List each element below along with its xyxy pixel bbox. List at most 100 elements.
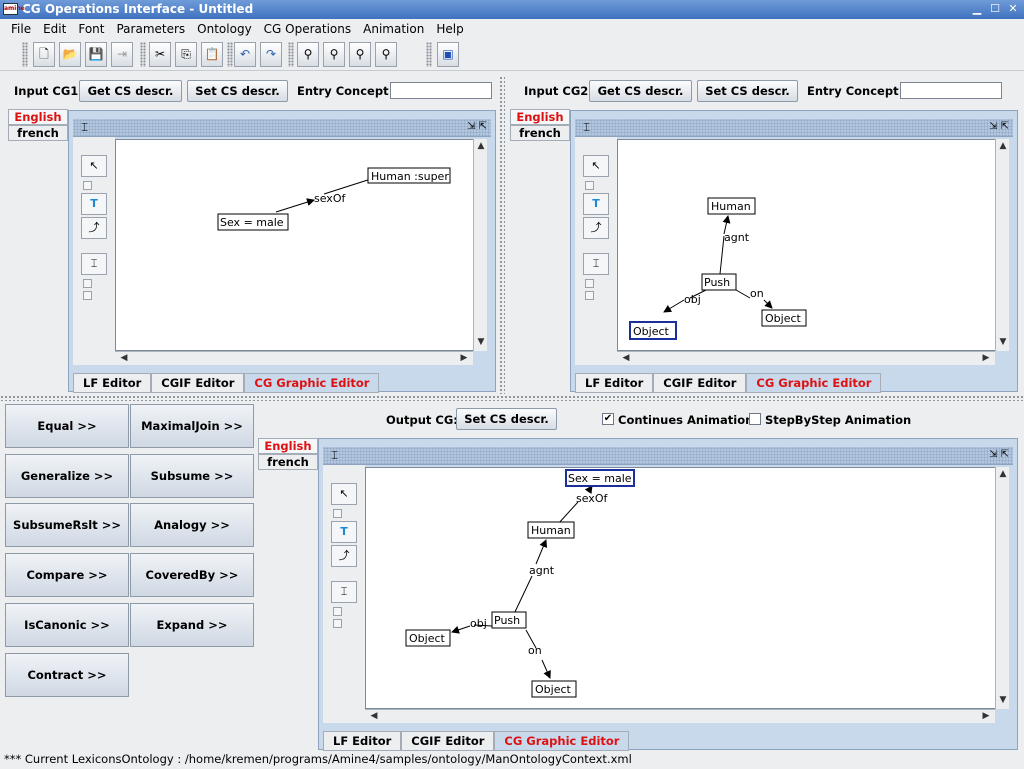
relation-label[interactable]: sexOf (576, 492, 608, 505)
frame-controls[interactable]: ⇲ ⇱ (989, 121, 1009, 132)
editor-frame-header-output[interactable]: ⌶ ⇲ ⇱ (323, 447, 1013, 465)
horizontal-scrollbar-output[interactable]: ◀ ▶ (365, 709, 995, 723)
scroll-right-icon[interactable]: ▶ (457, 353, 471, 363)
toggle-box[interactable] (83, 181, 92, 190)
scroll-down-icon[interactable]: ▼ (996, 695, 1010, 705)
frame-controls[interactable]: ⇲ ⇱ (467, 121, 487, 132)
get-cs-descr-button-2[interactable]: Get CS descr. (589, 80, 692, 102)
minimize-icon[interactable]: ▁ (970, 2, 984, 16)
stepbystep-animation-checkbox[interactable] (749, 413, 761, 425)
toggle-box[interactable] (585, 279, 594, 288)
close-icon[interactable]: ✕ (1006, 2, 1020, 16)
concept-tool-icon[interactable]: ⌶ (583, 253, 609, 275)
vertical-scrollbar-1[interactable]: ▲ ▼ (473, 139, 487, 351)
vertical-scrollbar-output[interactable]: ▲ ▼ (995, 467, 1009, 709)
help-book-icon[interactable]: ▣ (437, 42, 459, 67)
find-next-icon[interactable]: ⚲ (323, 42, 345, 67)
select-pointer-icon[interactable]: ↖ (583, 155, 609, 177)
continues-animation-checkbox[interactable]: ✔ (602, 413, 614, 425)
graph-canvas-1[interactable]: Human :super sexOf Sex = male (115, 139, 487, 351)
toggle-box[interactable] (585, 181, 594, 190)
graph-canvas-output[interactable]: Sex = male sexOf Human agnt Push obj Obj… (365, 467, 1009, 709)
scroll-left-icon[interactable]: ◀ (619, 353, 633, 363)
copy-icon[interactable]: ⎘ (175, 42, 197, 67)
relation-label[interactable]: obj (684, 293, 701, 306)
editor-frame-header-2[interactable]: ⌶ ⇲ ⇱ (575, 119, 1013, 137)
scroll-right-icon[interactable]: ▶ (979, 353, 993, 363)
frame-controls[interactable]: ⇲ ⇱ (989, 449, 1009, 460)
text-tool-icon[interactable]: T (331, 521, 357, 543)
scroll-down-icon[interactable]: ▼ (474, 337, 488, 347)
covered-by-button[interactable]: CoveredBy >> (130, 553, 254, 597)
contract-button[interactable]: Contract >> (5, 653, 129, 697)
subsume-rslt-button[interactable]: SubsumeRslt >> (5, 503, 129, 547)
select-pointer-icon[interactable]: ↖ (81, 155, 107, 177)
set-cs-descr-button-output[interactable]: Set CS descr. (456, 408, 557, 430)
horizontal-scrollbar-2[interactable]: ◀ ▶ (617, 351, 995, 365)
save-icon[interactable]: 💾 (85, 42, 107, 67)
scroll-right-icon[interactable]: ▶ (979, 711, 993, 721)
relation-arrow-icon[interactable]: ⤴ (331, 545, 357, 567)
maximal-join-button[interactable]: MaximalJoin >> (130, 404, 254, 448)
relation-label[interactable]: obj (470, 617, 487, 630)
scroll-down-icon[interactable]: ▼ (996, 337, 1010, 347)
toggle-box[interactable] (83, 279, 92, 288)
scroll-up-icon[interactable]: ▲ (474, 141, 488, 151)
expand-button[interactable]: Expand >> (130, 603, 254, 647)
menu-font[interactable]: Font (72, 22, 110, 36)
graph-canvas-2[interactable]: Human agnt Push obj on Object Object (617, 139, 1009, 351)
scroll-left-icon[interactable]: ◀ (367, 711, 381, 721)
horizontal-scrollbar-1[interactable]: ◀ ▶ (115, 351, 473, 365)
menu-parameters[interactable]: Parameters (110, 22, 191, 36)
relation-label[interactable]: on (528, 644, 542, 657)
paste-icon[interactable]: 📋 (201, 42, 223, 67)
relation-label[interactable]: agnt (724, 231, 750, 244)
get-cs-descr-button-1[interactable]: Get CS descr. (79, 80, 182, 102)
relation-arrow-icon[interactable]: ⤴ (583, 217, 609, 239)
is-canonic-button[interactable]: IsCanonic >> (5, 603, 129, 647)
menu-animation[interactable]: Animation (357, 22, 430, 36)
menu-ontology[interactable]: Ontology (191, 22, 258, 36)
menu-help[interactable]: Help (430, 22, 469, 36)
find-icon[interactable]: ⚲ (297, 42, 319, 67)
scroll-up-icon[interactable]: ▲ (996, 469, 1010, 479)
tab-lf-editor-1[interactable]: LF Editor (73, 373, 152, 393)
relation-label[interactable]: agnt (529, 564, 555, 577)
relation-arrow-icon[interactable]: ⤴ (81, 217, 107, 239)
cut-icon[interactable]: ✂ (149, 42, 171, 67)
lang-tab-english-1[interactable]: English (8, 109, 68, 125)
menu-file[interactable]: File (5, 22, 37, 36)
tab-cgif-editor-1[interactable]: CGIF Editor (151, 373, 245, 393)
entry-concept-input-1[interactable] (390, 82, 492, 99)
text-tool-icon[interactable]: T (81, 193, 107, 215)
relation-label[interactable]: on (750, 287, 764, 300)
tab-lf-editor-2[interactable]: LF Editor (575, 373, 654, 393)
toggle-box[interactable] (333, 509, 342, 518)
redo-icon[interactable]: ↷ (260, 42, 282, 67)
equal-button[interactable]: Equal >> (5, 404, 129, 448)
maximize-icon[interactable]: ☐ (988, 2, 1002, 16)
lang-tab-french-1[interactable]: french (8, 125, 68, 141)
toggle-box[interactable] (333, 607, 342, 616)
concept-tool-icon[interactable]: ⌶ (81, 253, 107, 275)
set-cs-descr-button-2[interactable]: Set CS descr. (697, 80, 798, 102)
open-folder-icon[interactable]: 📂 (59, 42, 81, 67)
lang-tab-english-2[interactable]: English (510, 109, 570, 125)
menu-cg-operations[interactable]: CG Operations (258, 22, 357, 36)
concept-tool-icon[interactable]: ⌶ (331, 581, 357, 603)
relation-label[interactable]: sexOf (314, 192, 346, 205)
export-icon[interactable]: ⇥ (111, 42, 133, 67)
undo-icon[interactable]: ↶ (234, 42, 256, 67)
generalize-button[interactable]: Generalize >> (5, 454, 129, 498)
subsume-button[interactable]: Subsume >> (130, 454, 254, 498)
toggle-box[interactable] (83, 291, 92, 300)
horizontal-splitter[interactable] (0, 395, 1024, 401)
text-tool-icon[interactable]: T (583, 193, 609, 215)
window-title-bar[interactable]: CG Operations Interface - Untitled (0, 0, 1024, 19)
entry-concept-input-2[interactable] (900, 82, 1002, 99)
editor-frame-header-1[interactable]: ⌶ ⇲ ⇱ (73, 119, 491, 137)
find-replace-icon[interactable]: ⚲ (349, 42, 371, 67)
analogy-button[interactable]: Analogy >> (130, 503, 254, 547)
find-all-icon[interactable]: ⚲ (375, 42, 397, 67)
lang-tab-english-out[interactable]: English (258, 438, 318, 454)
